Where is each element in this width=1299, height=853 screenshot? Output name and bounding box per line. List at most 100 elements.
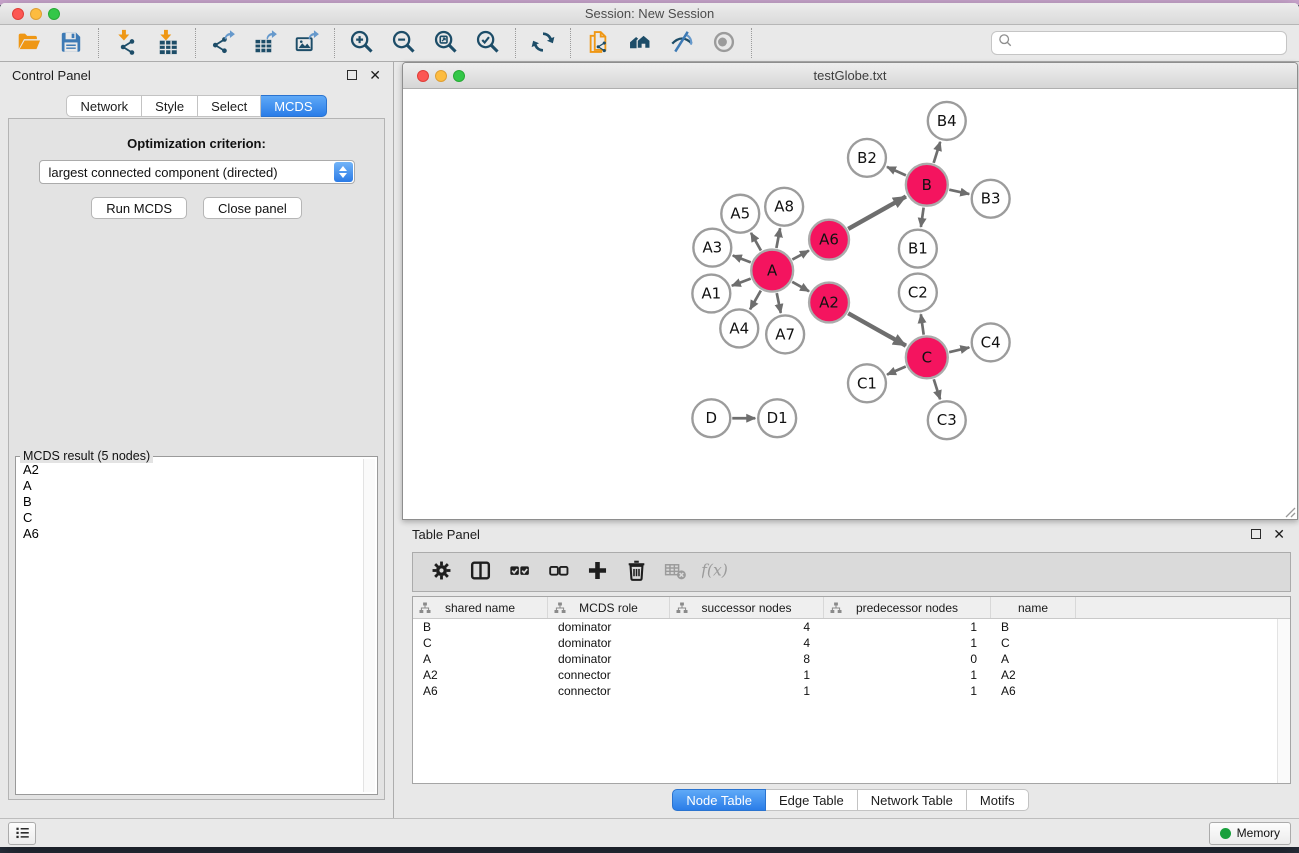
table-settings-button[interactable] (423, 556, 460, 588)
edge-B-B3[interactable] (949, 190, 969, 194)
node-C4[interactable]: C4 (972, 323, 1010, 361)
node-A2[interactable]: A2 (809, 283, 849, 323)
edge-C-C4[interactable] (949, 347, 969, 352)
zoom-fit-button[interactable] (425, 28, 467, 59)
zoom-selected-button[interactable] (467, 28, 509, 59)
deselect-all-button[interactable] (540, 556, 577, 588)
edge-B-B2[interactable] (887, 167, 906, 176)
column-header-successor-nodes[interactable]: successor nodes (670, 597, 824, 618)
close-traffic-light[interactable] (12, 8, 24, 20)
column-header-name[interactable]: name (991, 597, 1076, 618)
mcds-result-item[interactable]: A (23, 478, 361, 494)
close-table-panel-icon[interactable]: ✕ (1273, 529, 1285, 539)
table-row[interactable]: Cdominator41C (413, 635, 1290, 651)
node-B2[interactable]: B2 (848, 139, 886, 177)
save-session-button[interactable] (50, 28, 92, 59)
column-header-predecessor-nodes[interactable]: predecessor nodes (824, 597, 991, 618)
mcds-result-item[interactable]: A2 (23, 462, 361, 478)
criterion-dropdown[interactable]: largest connected component (directed) (39, 160, 355, 184)
node-A[interactable]: A (751, 250, 793, 292)
tab-mcds[interactable]: MCDS (261, 95, 326, 117)
table-row[interactable]: Adominator80A (413, 651, 1290, 667)
edge-A6-B[interactable] (848, 196, 906, 228)
network-close-traffic-light[interactable] (417, 70, 429, 82)
edge-A-A1[interactable] (732, 279, 751, 286)
task-history-button[interactable] (8, 822, 36, 845)
close-panel-icon[interactable]: ✕ (369, 70, 381, 80)
tab-node-table[interactable]: Node Table (672, 789, 766, 811)
column-browser-button[interactable] (462, 556, 499, 588)
refresh-layout-button[interactable] (522, 28, 564, 59)
node-A8[interactable]: A8 (765, 188, 803, 226)
memory-button[interactable]: Memory (1209, 822, 1291, 845)
edge-A-A7[interactable] (777, 293, 781, 313)
table-row[interactable]: A6connector11A6 (413, 683, 1290, 699)
node-A7[interactable]: A7 (766, 315, 804, 353)
result-scrollbar[interactable] (363, 459, 375, 792)
node-A6[interactable]: A6 (809, 220, 849, 260)
table-row[interactable]: A2connector11A2 (413, 667, 1290, 683)
export-network-button[interactable] (202, 28, 244, 59)
table-scrollbar[interactable] (1277, 619, 1290, 783)
node-D1[interactable]: D1 (758, 399, 796, 437)
minimize-traffic-light[interactable] (30, 8, 42, 20)
node-A1[interactable]: A1 (692, 275, 730, 313)
export-table-button[interactable] (244, 28, 286, 59)
edge-A-A6[interactable] (792, 251, 809, 260)
edge-C-C2[interactable] (921, 314, 924, 334)
tab-network-table[interactable]: Network Table (858, 789, 967, 811)
zoom-out-button[interactable] (383, 28, 425, 59)
edge-C-C1[interactable] (887, 367, 906, 375)
node-A5[interactable]: A5 (721, 195, 759, 233)
first-neighbors-button[interactable] (619, 28, 661, 59)
new-network-from-selection-button[interactable] (577, 28, 619, 59)
import-network-button[interactable] (105, 28, 147, 59)
tab-edge-table[interactable]: Edge Table (766, 789, 858, 811)
edge-A-A2[interactable] (792, 282, 809, 291)
network-canvas[interactable]: B4B2BB3A8A5A6A3B1AA1C2A2A4A7C4CC1DD1C3 (403, 90, 1297, 519)
edge-B-B1[interactable] (921, 208, 924, 227)
column-header-MCDS-role[interactable]: MCDS role (548, 597, 670, 618)
zoom-traffic-light[interactable] (48, 8, 60, 20)
edge-A2-C[interactable] (848, 313, 906, 345)
node-C3[interactable]: C3 (928, 401, 966, 439)
node-B1[interactable]: B1 (899, 230, 937, 268)
network-minimize-traffic-light[interactable] (435, 70, 447, 82)
edge-A-A4[interactable] (750, 291, 761, 310)
show-graphics-details-button[interactable] (703, 28, 745, 59)
search-input[interactable] (1013, 36, 1280, 51)
edge-A-A3[interactable] (733, 255, 751, 262)
node-A4[interactable]: A4 (720, 309, 758, 347)
zoom-in-button[interactable] (341, 28, 383, 59)
mcds-result-item[interactable]: B (23, 494, 361, 510)
mcds-result-item[interactable]: A6 (23, 526, 361, 542)
table-row[interactable]: Bdominator41B (413, 619, 1290, 635)
float-table-panel-icon[interactable] (1251, 529, 1261, 539)
tab-network[interactable]: Network (66, 95, 142, 117)
run-mcds-button[interactable]: Run MCDS (91, 197, 187, 219)
edge-A-A5[interactable] (751, 233, 761, 251)
open-session-button[interactable] (8, 28, 50, 59)
network-zoom-traffic-light[interactable] (453, 70, 465, 82)
select-all-button[interactable] (501, 556, 538, 588)
column-header-shared-name[interactable]: shared name (413, 597, 548, 618)
node-C1[interactable]: C1 (848, 364, 886, 402)
hide-graphics-details-button[interactable] (661, 28, 703, 59)
edge-B-B4[interactable] (934, 142, 941, 163)
edge-C-C3[interactable] (934, 379, 940, 399)
node-C[interactable]: C (906, 336, 948, 378)
resize-grip-icon[interactable] (1282, 504, 1296, 518)
mcds-result-list[interactable]: A2ABCA6 (18, 459, 361, 792)
delete-column-button[interactable] (618, 556, 655, 588)
import-table-button[interactable] (147, 28, 189, 59)
node-B4[interactable]: B4 (928, 102, 966, 140)
edge-A-A8[interactable] (776, 228, 780, 248)
close-panel-button[interactable]: Close panel (203, 197, 302, 219)
mcds-result-item[interactable]: C (23, 510, 361, 526)
node-C2[interactable]: C2 (899, 274, 937, 312)
export-image-button[interactable] (286, 28, 328, 59)
tab-motifs[interactable]: Motifs (967, 789, 1029, 811)
tab-style[interactable]: Style (142, 95, 198, 117)
tab-select[interactable]: Select (198, 95, 261, 117)
float-panel-icon[interactable] (347, 70, 357, 80)
